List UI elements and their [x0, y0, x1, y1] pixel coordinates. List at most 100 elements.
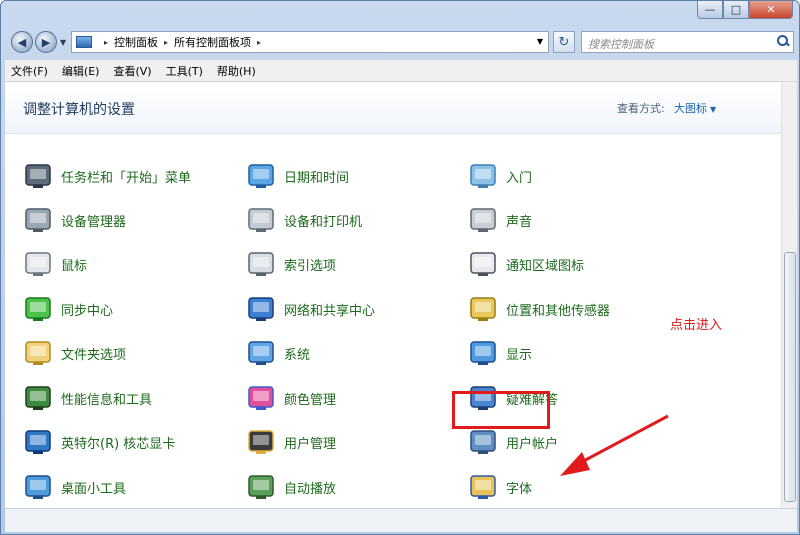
address-toolbar: ◀ ▶ ▼ ▸ 控制面板 ▸ 所有控制面板项 ▸ ▼ ↻ 搜索控制面板: [1, 25, 799, 59]
view-by-value: 大图标: [674, 102, 707, 115]
control-panel-item-label: 设备和打印机: [284, 214, 363, 230]
annotation-label: 点击进入: [670, 318, 723, 333]
network-icon: [246, 294, 276, 324]
control-panel-item-label: 声音: [506, 214, 533, 230]
control-panel-item[interactable]: 显示: [468, 335, 532, 371]
taskbar-icon: [23, 161, 53, 191]
control-panel-item-label: 通知区域图标: [506, 258, 585, 274]
menu-file[interactable]: 文件(F): [11, 63, 48, 79]
close-button[interactable]: ✕: [749, 1, 793, 19]
search-icon[interactable]: [777, 35, 789, 47]
search-placeholder: 搜索控制面板: [588, 38, 654, 51]
location-sensor-icon: [468, 294, 498, 324]
breadcrumb-control-panel[interactable]: 控制面板: [114, 34, 158, 50]
minimize-icon: —: [704, 3, 716, 16]
scrollbar-thumb[interactable]: [784, 252, 796, 502]
control-panel-item-label: 鼠标: [61, 258, 88, 274]
control-panel-item-label: 显示: [506, 347, 533, 363]
control-panel-item[interactable]: 索引选项: [246, 246, 336, 282]
display-icon: [468, 338, 498, 368]
menu-help[interactable]: 帮助(H): [217, 63, 256, 79]
control-panel-item[interactable]: 用户管理: [246, 424, 336, 460]
control-panel-window: — □ ✕ ◀ ▶ ▼ ▸ 控制面板 ▸ 所有控制面板项 ▸ ▼ ↻ 搜索控制面…: [0, 0, 800, 535]
control-panel-item[interactable]: 颜色管理: [246, 380, 336, 416]
control-panel-item-label: 文件夹选项: [61, 347, 127, 363]
control-panel-item-label: 同步中心: [61, 303, 114, 319]
control-panel-item-label: 网络和共享中心: [284, 303, 376, 319]
mouse-icon: [23, 249, 53, 279]
autoplay-icon: [246, 472, 276, 502]
control-panel-item[interactable]: 性能信息和工具: [23, 380, 152, 416]
control-panel-item[interactable]: 声音: [468, 202, 532, 238]
control-panel-item[interactable]: 设备管理器: [23, 202, 126, 238]
control-panel-item[interactable]: 日期和时间: [246, 158, 349, 194]
window-controls: — □ ✕: [697, 1, 793, 19]
control-panel-item-label: 入门: [506, 170, 533, 186]
control-panel-item-label: 任务栏和「开始」菜单: [61, 170, 192, 186]
view-by-label: 查看方式:: [617, 102, 665, 115]
vertical-scrollbar[interactable]: [781, 82, 797, 508]
control-panel-item-label: 设备管理器: [61, 214, 127, 230]
device-manager-icon: [23, 205, 53, 235]
control-panel-item-label: 日期和时间: [284, 170, 350, 186]
user-management-icon: [246, 427, 276, 457]
control-panel-icon: [76, 36, 92, 48]
control-panel-item[interactable]: 同步中心: [23, 291, 113, 327]
control-panel-item[interactable]: 桌面小工具: [23, 469, 126, 505]
control-panel-item[interactable]: 设备和打印机: [246, 202, 362, 238]
control-panel-item[interactable]: 位置和其他传感器: [468, 291, 610, 327]
control-panel-item-label: 索引选项: [284, 258, 337, 274]
breadcrumb-separator-icon[interactable]: ▸: [164, 38, 168, 47]
control-panel-item[interactable]: 系统: [246, 335, 310, 371]
getting-started-icon: [468, 161, 498, 191]
performance-icon: [23, 383, 53, 413]
menu-view[interactable]: 查看(V): [113, 63, 151, 79]
chevron-down-icon: ▼: [710, 105, 717, 114]
control-panel-item-label: 用户管理: [284, 436, 337, 452]
control-panel-item[interactable]: 鼠标: [23, 246, 87, 282]
forward-button[interactable]: ▶: [35, 31, 57, 53]
system-icon: [246, 338, 276, 368]
control-panel-item-label: 自动播放: [284, 481, 337, 497]
gadgets-icon: [23, 472, 53, 502]
printer-icon: [246, 205, 276, 235]
control-panel-item[interactable]: 入门: [468, 158, 532, 194]
menu-edit[interactable]: 编辑(E): [62, 63, 100, 79]
control-panel-item[interactable]: 英特尔(R) 核芯显卡: [23, 424, 175, 460]
control-panel-item[interactable]: 用户帐户: [468, 424, 558, 460]
control-panel-item[interactable]: 任务栏和「开始」菜单: [23, 158, 191, 194]
close-icon: ✕: [766, 3, 776, 16]
sync-icon: [23, 294, 53, 324]
control-panel-items: 默认程序凭据管理器区域和语言任务栏和「开始」菜单日期和时间入门设备管理器设备和打…: [5, 82, 781, 508]
control-panel-item[interactable]: 自动播放: [246, 469, 336, 505]
control-panel-item-label: 用户帐户: [506, 436, 559, 452]
breadcrumb-separator-icon[interactable]: ▸: [257, 38, 261, 47]
maximize-button[interactable]: □: [723, 1, 749, 19]
control-panel-item[interactable]: 网络和共享中心: [246, 291, 375, 327]
calendar-clock-icon: [246, 161, 276, 191]
control-panel-item[interactable]: 字体: [468, 469, 532, 505]
breadcrumb-separator-icon[interactable]: ▸: [104, 38, 108, 47]
menu-tools[interactable]: 工具(T): [166, 63, 203, 79]
breadcrumb-all-items[interactable]: 所有控制面板项: [174, 34, 251, 50]
address-bar[interactable]: ▸ 控制面板 ▸ 所有控制面板项 ▸ ▼: [71, 31, 549, 53]
recent-pages-dropdown[interactable]: ▼: [60, 38, 66, 47]
color-management-icon: [246, 383, 276, 413]
control-panel-item-label: 位置和其他传感器: [506, 303, 611, 319]
intel-graphics-icon: [23, 427, 53, 457]
refresh-icon: ↻: [558, 34, 570, 50]
folder-options-icon: [23, 338, 53, 368]
view-by-dropdown[interactable]: 大图标 ▼: [674, 100, 716, 116]
control-panel-item-label: 性能信息和工具: [61, 392, 153, 408]
control-panel-item[interactable]: 通知区域图标: [468, 246, 584, 282]
menu-bar: 文件(F) 编辑(E) 查看(V) 工具(T) 帮助(H): [5, 60, 797, 82]
fonts-highlight-box: [452, 391, 550, 429]
refresh-button[interactable]: ↻: [553, 31, 575, 53]
address-dropdown-icon[interactable]: ▼: [537, 37, 543, 46]
back-button[interactable]: ◀: [11, 31, 33, 53]
control-panel-item[interactable]: 文件夹选项: [23, 335, 126, 371]
minimize-button[interactable]: —: [697, 1, 723, 19]
forward-arrow-icon: ▶: [41, 35, 51, 49]
status-bar: [5, 508, 797, 532]
search-input[interactable]: 搜索控制面板: [581, 31, 794, 53]
